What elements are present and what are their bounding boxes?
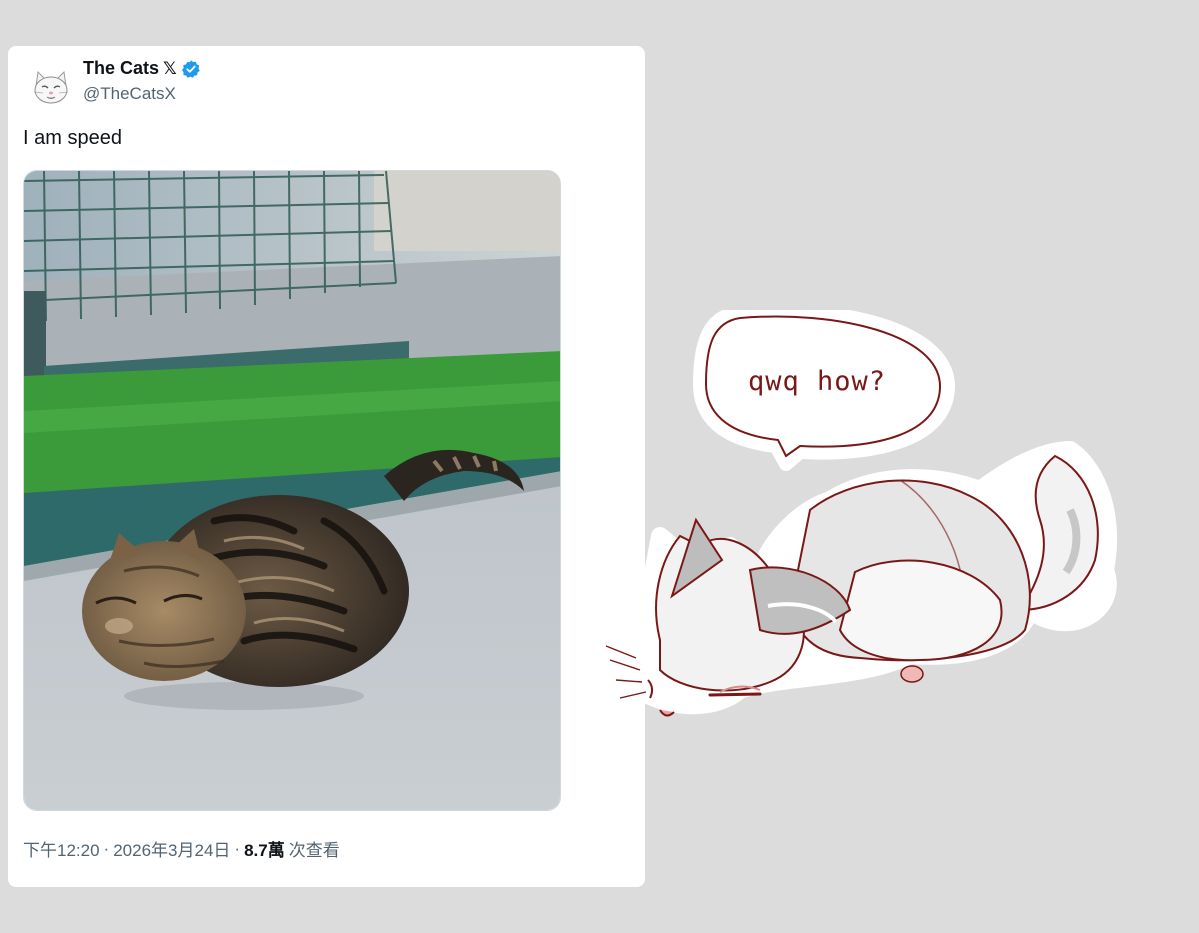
meta-separator: · bbox=[234, 838, 241, 858]
views-count: 8.7萬 bbox=[244, 841, 285, 860]
tweet-text: I am speed bbox=[23, 127, 122, 149]
views-label: 次查看 bbox=[288, 841, 340, 860]
author-display-name[interactable]: The Cats bbox=[83, 58, 159, 79]
running-tabby-cat-photo[interactable] bbox=[23, 170, 561, 811]
x-logo-icon: 𝕏 bbox=[163, 59, 177, 78]
cat-avatar-icon[interactable] bbox=[28, 64, 74, 110]
tweet-card: The Cats 𝕏 @TheCatsX I am speed 下午12:20 … bbox=[8, 46, 645, 887]
author-handle[interactable]: @TheCatsX bbox=[83, 84, 176, 104]
tweet-time[interactable]: 下午12:20 bbox=[23, 836, 100, 861]
author-name-row[interactable]: The Cats 𝕏 bbox=[83, 58, 201, 79]
meta-separator: · bbox=[103, 838, 110, 858]
tweet-date[interactable]: 2026年3月24日 bbox=[113, 836, 230, 861]
tweet-meta-row: 下午12:20 · 2026年3月24日 · 8.7萬 次查看 bbox=[23, 836, 340, 861]
speech-bubble-text: qwq how? bbox=[748, 366, 887, 397]
verified-badge-icon bbox=[181, 59, 201, 79]
